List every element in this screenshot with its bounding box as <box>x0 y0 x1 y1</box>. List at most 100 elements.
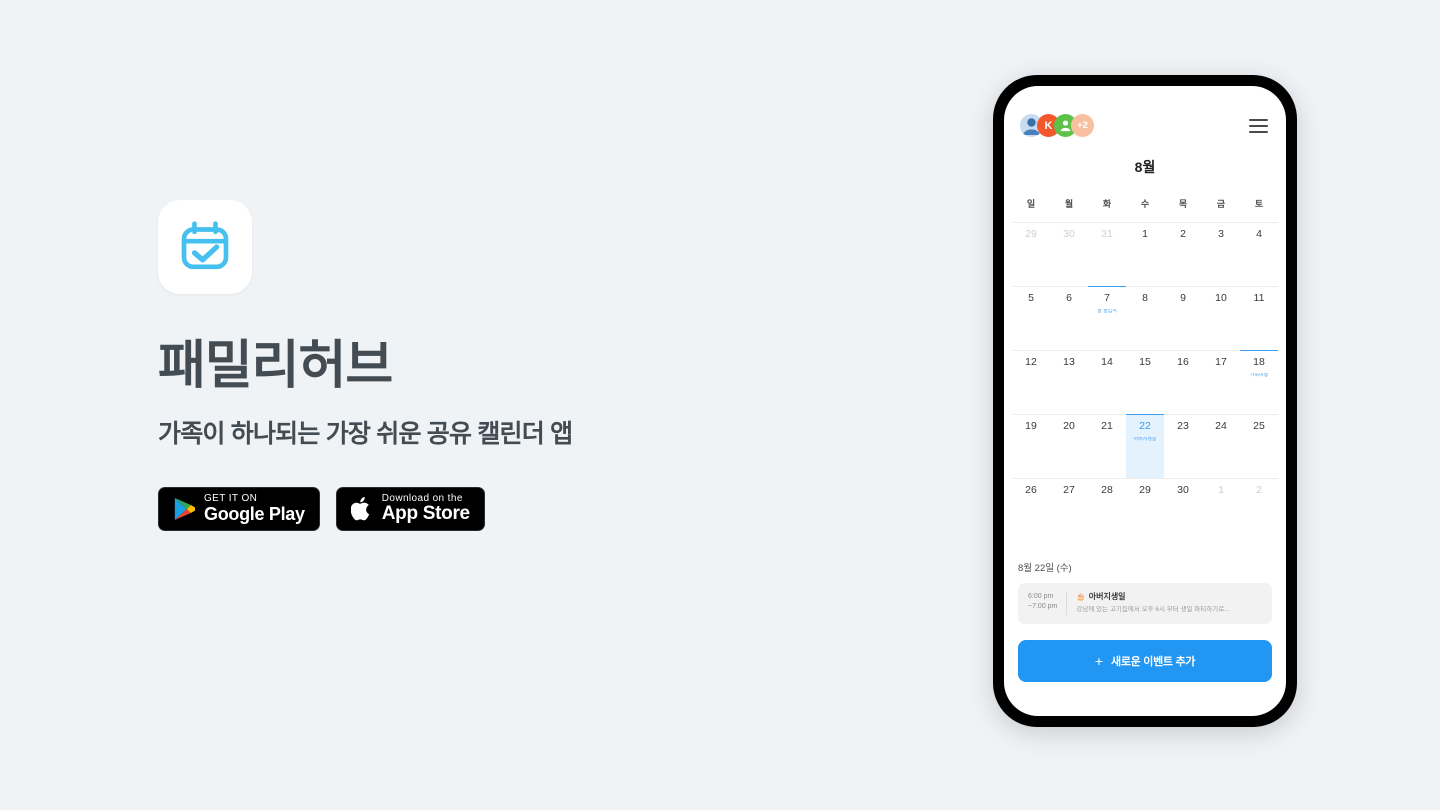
calendar-day-cell[interactable]: 15 <box>1126 350 1164 414</box>
weekday-label: 수 <box>1140 199 1150 209</box>
calendar-day-cell[interactable]: 1 <box>1126 222 1164 286</box>
avatar-group[interactable]: K +2 <box>1020 114 1094 137</box>
calendar-day-cell[interactable]: 21 <box>1088 414 1126 478</box>
phone-mockup: K +2 8월 일월화수목금토 29 30 31 1 2 3 4 5 6 7 딸 졸업식 8 9 10 11 1… <box>993 75 1297 727</box>
month-title: 8월 <box>1134 159 1156 175</box>
calendar-check-icon <box>181 221 229 270</box>
calendar-day-cell[interactable]: 28 <box>1088 478 1126 542</box>
day-number: 28 <box>1101 484 1113 496</box>
calendar-day-cell[interactable]: 8 <box>1126 286 1164 350</box>
add-event-button-label: 새로운 이벤트 추가 <box>1111 656 1196 669</box>
app-store-badge[interactable]: Download on the App Store <box>335 487 485 531</box>
hamburger-line <box>1249 118 1268 121</box>
add-event-button[interactable]: + 새로운 이벤트 추가 <box>1018 640 1272 683</box>
calendar-day-cell[interactable]: 11 <box>1240 286 1278 350</box>
day-number: 9 <box>1180 292 1186 304</box>
day-number: 7 <box>1104 292 1110 304</box>
calendar-day-cell[interactable]: 20 <box>1050 414 1088 478</box>
phone-screen: K +2 8월 일월화수목금토 29 30 31 1 2 3 4 5 6 7 딸 졸업식 8 9 10 11 1… <box>1004 86 1286 716</box>
day-number: 29 <box>1139 484 1151 496</box>
day-number: 16 <box>1177 356 1189 368</box>
day-number: 8 <box>1142 292 1148 304</box>
calendar-day-cell[interactable]: 24 <box>1202 414 1240 478</box>
calendar-day-cell[interactable]: 29 <box>1012 222 1050 286</box>
event-time-end: ~7:00 pm <box>1028 603 1058 611</box>
day-number: 13 <box>1063 356 1075 368</box>
day-number: 6 <box>1066 292 1072 304</box>
calendar-day-cell[interactable]: 26 <box>1012 478 1050 542</box>
day-number: 24 <box>1215 420 1227 432</box>
app-bar: K +2 <box>1004 86 1286 137</box>
google-play-badge[interactable]: GET IT ON Google Play <box>158 487 320 531</box>
day-event-chip: 아버지생일 <box>1133 436 1157 442</box>
calendar-day-cell[interactable]: 4 <box>1240 222 1278 286</box>
page-title: 패밀리허브 <box>158 337 393 395</box>
event-body: 🎂 아버지생일 강남에 있는 고기집에서 오후 6시 부터 생일 파티하기로..… <box>1067 592 1229 615</box>
event-card[interactable]: 6:00 pm ~7:00 pm 🎂 아버지생일 강남에 있는 고기집에서 오후… <box>1018 583 1272 625</box>
calendar-day-cell[interactable]: 1 <box>1202 478 1240 542</box>
promo-panel: 패밀리허브 가족이 하나되는 가장 쉬운 공유 캘린더 앱 GET IT ON … <box>158 200 718 531</box>
day-number: 12 <box>1025 356 1037 368</box>
calendar-day-cell[interactable]: 22 아버지생일 <box>1126 414 1164 478</box>
selected-day-label: 8월 22일 (수) <box>1018 563 1072 574</box>
weekday-label: 월 <box>1064 199 1074 209</box>
day-number: 11 <box>1253 292 1265 304</box>
calendar-day-cell[interactable]: 6 <box>1050 286 1088 350</box>
weekday-label: 일 <box>1026 199 1036 209</box>
calendar-day-cell[interactable]: 3 <box>1202 222 1240 286</box>
calendar-day-cell[interactable]: 17 <box>1202 350 1240 414</box>
weekday-label: 금 <box>1216 199 1226 209</box>
day-number: 27 <box>1063 484 1075 496</box>
day-number: 1 <box>1142 228 1148 240</box>
day-number: 2 <box>1256 484 1262 496</box>
cake-emoji-icon: 🎂 <box>1076 592 1086 602</box>
calendar-day-cell[interactable]: 23 <box>1164 414 1202 478</box>
calendar-day-cell[interactable]: 30 <box>1164 478 1202 542</box>
avatar[interactable]: +2 <box>1071 114 1094 137</box>
calendar-day-cell[interactable]: 13 <box>1050 350 1088 414</box>
weekday-label: 목 <box>1178 199 1188 209</box>
weekday-header: 일월화수목금토 <box>1004 197 1286 210</box>
calendar-day-cell[interactable]: 19 <box>1012 414 1050 478</box>
hamburger-menu-icon[interactable] <box>1249 118 1268 133</box>
day-number: 23 <box>1177 420 1189 432</box>
calendar-day-cell[interactable]: 5 <box>1012 286 1050 350</box>
calendar-day-cell[interactable]: 2 <box>1164 222 1202 286</box>
plus-icon: + <box>1094 653 1104 670</box>
calendar-day-cell[interactable]: 12 <box>1012 350 1050 414</box>
calendar-day-cell[interactable]: 2 <box>1240 478 1278 542</box>
day-number: 2 <box>1180 228 1186 240</box>
selected-day-section: 8월 22일 (수) 6:00 pm ~7:00 pm 🎂 아버지생일 강남에 … <box>1004 560 1286 625</box>
apple-logo-icon <box>350 497 369 521</box>
calendar-day-cell[interactable]: 25 <box>1240 414 1278 478</box>
calendar-grid[interactable]: 29 30 31 1 2 3 4 5 6 7 딸 졸업식 8 9 10 11 12 13 14 15 16 17 18 가족… <box>1004 222 1286 542</box>
event-description: 강남에 있는 고기집에서 오후 6시 부터 생일 파티하기로... <box>1076 606 1230 614</box>
calendar-day-cell[interactable]: 18 가족여행 <box>1240 350 1278 414</box>
store-badges: GET IT ON Google Play Download on the Ap… <box>158 487 718 531</box>
event-title: 아버지생일 <box>1088 592 1126 601</box>
day-number: 17 <box>1215 356 1227 368</box>
calendar-day-cell[interactable]: 16 <box>1164 350 1202 414</box>
event-time: 6:00 pm ~7:00 pm <box>1028 592 1068 616</box>
google-play-icon <box>174 498 195 520</box>
calendar-day-cell[interactable]: 10 <box>1202 286 1240 350</box>
day-number: 3 <box>1218 228 1224 240</box>
calendar-day-cell[interactable]: 29 <box>1126 478 1164 542</box>
calendar-day-cell[interactable]: 27 <box>1050 478 1088 542</box>
app-store-big-label: App Store <box>381 503 470 525</box>
day-number: 19 <box>1025 420 1037 432</box>
day-number: 20 <box>1063 420 1075 432</box>
day-number: 21 <box>1101 420 1113 432</box>
hamburger-line <box>1249 130 1268 133</box>
calendar-day-cell[interactable]: 7 딸 졸업식 <box>1088 286 1126 350</box>
calendar-day-cell[interactable]: 30 <box>1050 222 1088 286</box>
day-number: 10 <box>1215 292 1227 304</box>
day-number: 5 <box>1028 292 1034 304</box>
app-tagline: 가족이 하나되는 가장 쉬운 공유 캘린더 앱 <box>158 420 573 448</box>
day-number: 30 <box>1177 484 1189 496</box>
calendar-day-cell[interactable]: 14 <box>1088 350 1126 414</box>
google-play-big-label: Google Play <box>204 503 305 524</box>
day-number: 14 <box>1101 356 1113 368</box>
calendar-day-cell[interactable]: 9 <box>1164 286 1202 350</box>
calendar-day-cell[interactable]: 31 <box>1088 222 1126 286</box>
